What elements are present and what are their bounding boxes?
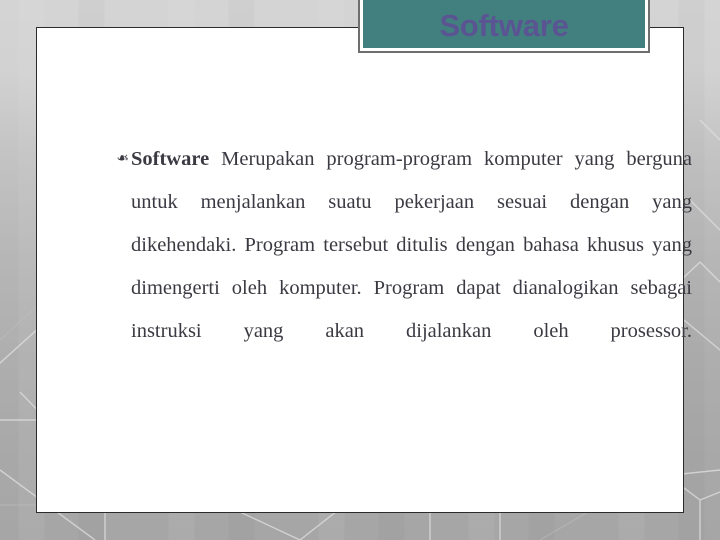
slide-title-banner: Software <box>358 0 650 53</box>
slide: ❧ Software Merupakan program-program komp… <box>0 0 720 540</box>
floral-heart-bullet-icon: ❧ <box>116 151 129 167</box>
slide-title-banner-fill: Software <box>363 0 645 48</box>
body-lead-word: Software <box>131 148 210 170</box>
page-title: Software <box>439 8 569 43</box>
slide-content-area: ❧ Software Merupakan program-program komp… <box>36 27 692 513</box>
body-text: Merupakan program-program komputer yang … <box>131 148 692 342</box>
body-paragraph: ❧ Software Merupakan program-program komp… <box>109 138 692 396</box>
body-text-block: ❧ Software Merupakan program-program komp… <box>109 138 692 396</box>
